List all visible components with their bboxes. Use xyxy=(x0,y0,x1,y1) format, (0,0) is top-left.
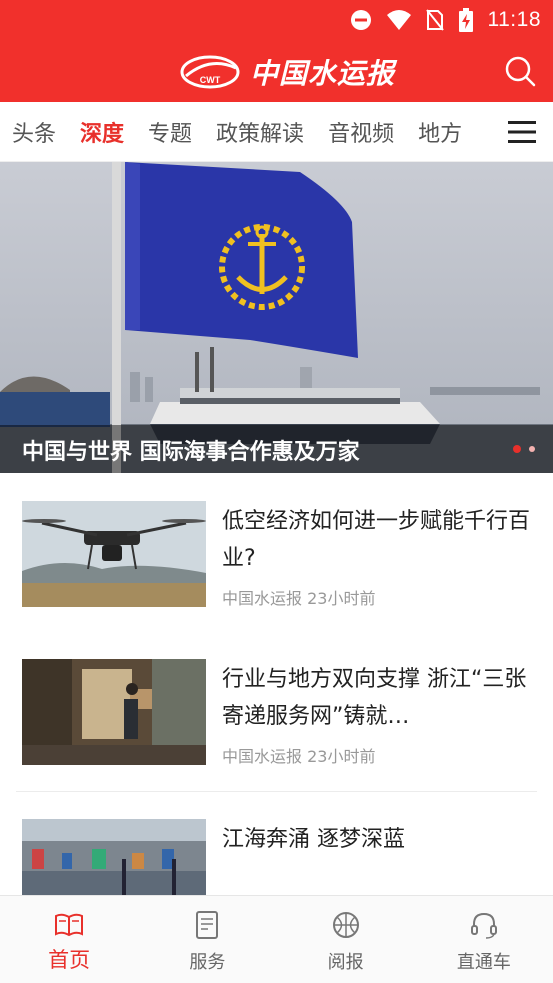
news-source: 中国水运报 xyxy=(222,589,303,608)
tab-policy[interactable]: 政策解读 xyxy=(216,116,304,148)
tab-topics[interactable]: 专题 xyxy=(148,116,192,148)
tab-in-depth[interactable]: 深度 xyxy=(80,116,124,148)
news-time: 23小时前 xyxy=(307,747,376,766)
nav-label: 首页 xyxy=(48,948,91,972)
app-logo[interactable]: CWT 中国水运报 xyxy=(180,48,395,96)
news-time: 23小时前 xyxy=(307,589,376,608)
tab-headlines[interactable]: 头条 xyxy=(12,116,56,148)
banner-caption: 中国与世界 国际海事合作惠及万家 xyxy=(0,425,553,473)
channel-menu-button[interactable] xyxy=(491,102,553,161)
search-button[interactable] xyxy=(503,54,537,88)
featured-banner[interactable]: 中国与世界 国际海事合作惠及万家 xyxy=(0,162,553,473)
status-time: 11:18 xyxy=(487,8,541,31)
nav-label: 直通车 xyxy=(456,952,511,973)
news-title: 低空经济如何进一步赋能千行百业? xyxy=(222,509,531,571)
channel-tabs: 头条 深度 专题 政策解读 音视频 地方 xyxy=(0,102,553,162)
document-icon xyxy=(196,911,219,939)
hamburger-menu-icon xyxy=(508,121,536,143)
news-item[interactable]: 行业与地方双向支撑 浙江“三张寄递服务网”铸就… 中国水运报 23小时前 xyxy=(0,633,553,793)
do-not-disturb-icon xyxy=(350,10,371,30)
nav-label: 阅报 xyxy=(327,952,364,973)
news-thumbnail xyxy=(22,501,206,607)
nav-read-paper[interactable]: 阅报 xyxy=(277,896,415,983)
news-item[interactable]: 低空经济如何进一步赋能千行百业? 中国水运报 23小时前 xyxy=(0,473,553,633)
nav-home[interactable]: 首页 xyxy=(0,896,138,983)
logo-text: 中国水运报 xyxy=(250,57,396,90)
app-header: CWT 中国水运报 xyxy=(0,40,553,102)
carousel-dot-active xyxy=(513,445,521,453)
news-meta: 中国水运报 23小时前 xyxy=(222,585,375,609)
headset-icon xyxy=(470,912,497,939)
wifi-icon xyxy=(386,10,411,30)
list-divider xyxy=(16,791,537,792)
battery-charging-icon xyxy=(458,8,473,32)
nav-direct-line[interactable]: 直通车 xyxy=(415,896,553,983)
news-item[interactable]: 江海奔涌 逐梦深蓝 xyxy=(0,793,553,925)
search-icon xyxy=(505,56,536,87)
bottom-navigation: 首页 服务 阅报 直通车 xyxy=(0,895,553,983)
carousel-indicator xyxy=(513,445,535,453)
tab-video[interactable]: 音视频 xyxy=(328,116,394,148)
nav-label: 服务 xyxy=(189,952,226,973)
news-thumbnail xyxy=(22,659,206,765)
news-title: 江海奔涌 逐梦深蓝 xyxy=(222,827,405,852)
tab-local[interactable]: 地方 xyxy=(418,116,462,148)
banner-title: 中国与世界 国际海事合作惠及万家 xyxy=(22,440,360,465)
no-sim-icon xyxy=(425,9,444,31)
cwt-logo-icon: CWT xyxy=(180,55,240,89)
carousel-dot xyxy=(529,446,535,452)
news-meta: 中国水运报 23小时前 xyxy=(222,743,375,767)
news-title: 行业与地方双向支撑 浙江“三张寄递服务网”铸就… xyxy=(222,667,527,729)
nav-services[interactable]: 服务 xyxy=(138,896,276,983)
basketball-icon xyxy=(332,912,359,938)
news-source: 中国水运报 xyxy=(222,747,303,766)
status-bar: 11:18 xyxy=(0,0,553,40)
book-icon xyxy=(55,913,84,937)
logo-badge: CWT xyxy=(200,75,221,85)
